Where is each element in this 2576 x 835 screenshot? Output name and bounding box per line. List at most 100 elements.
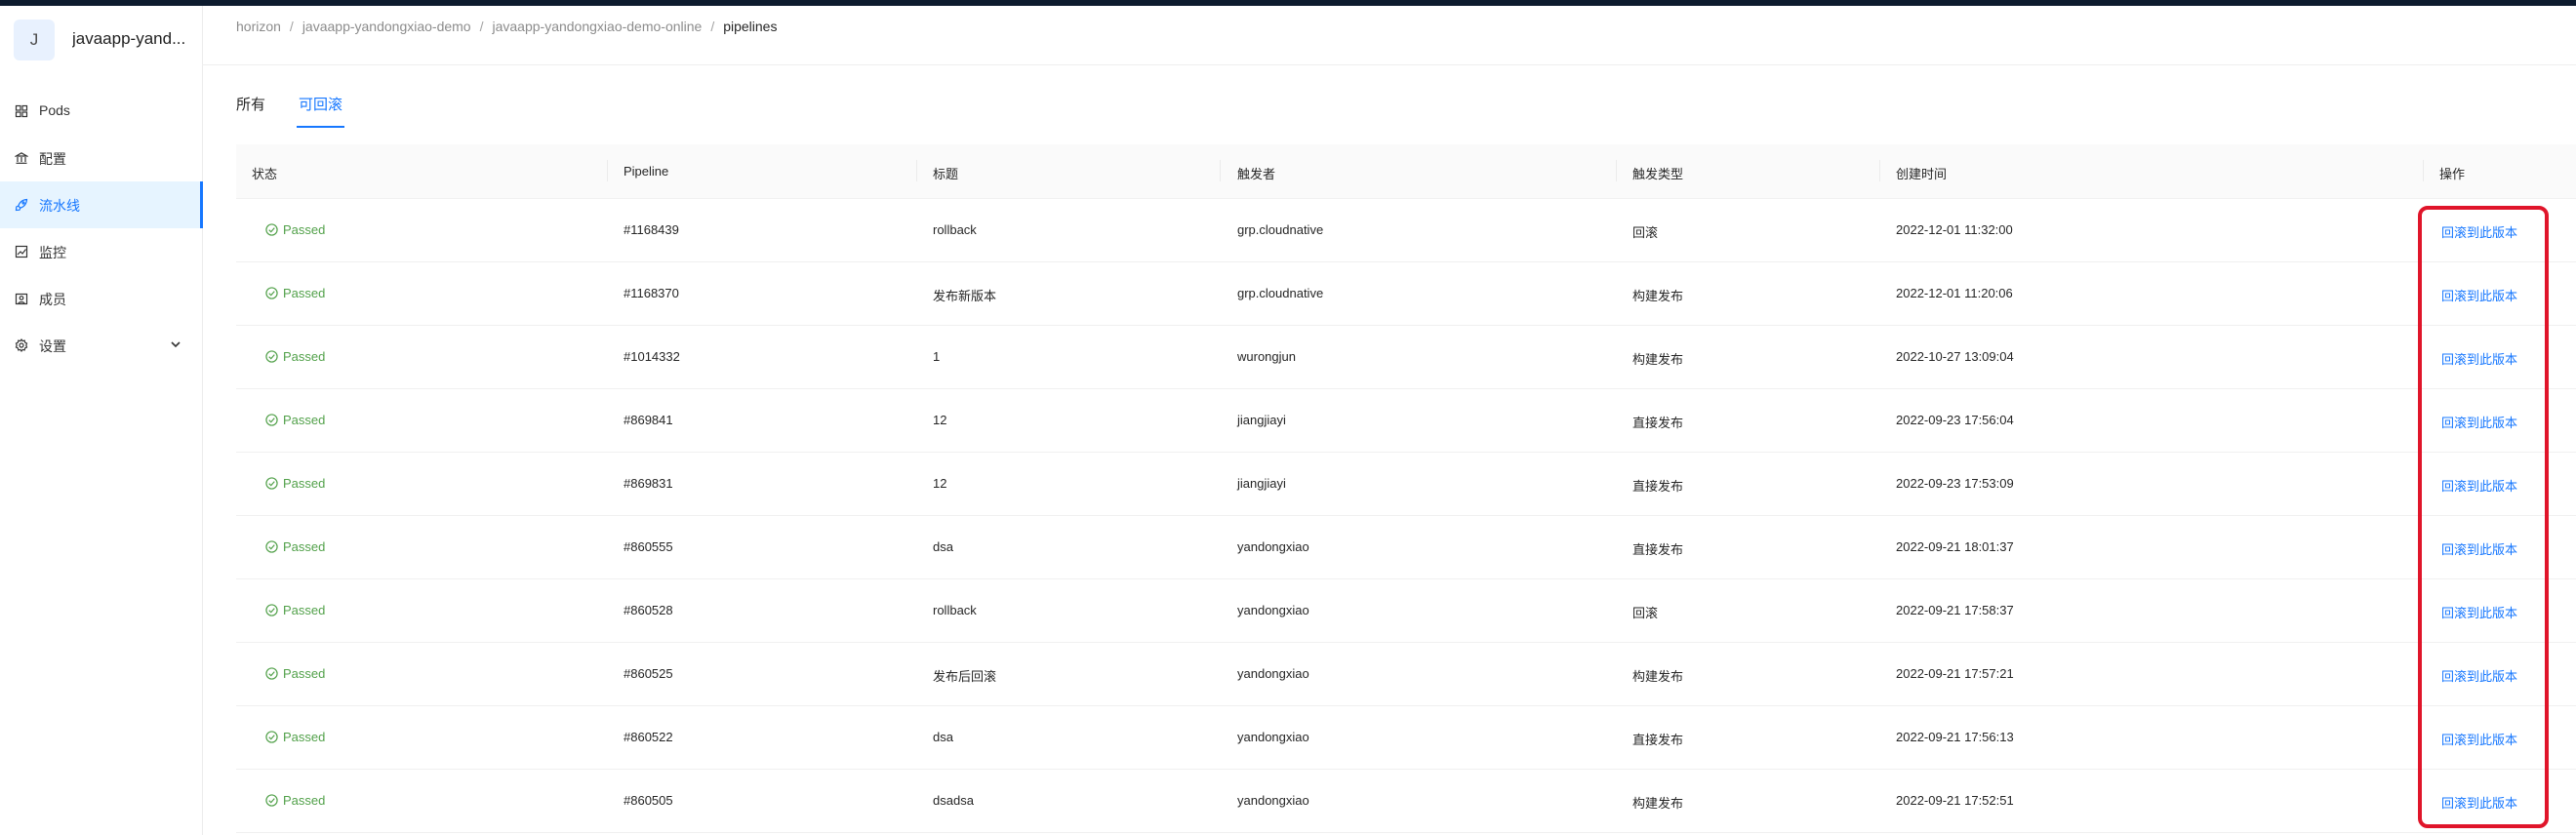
tab-ink-bar [297, 126, 344, 128]
created-at-cell: 2022-09-21 18:01:37 [1896, 539, 2014, 554]
status-badge: Passed [265, 603, 325, 617]
rollback-to-version-link[interactable]: 回滚到此版本 [2441, 666, 2517, 685]
sidebar-item-settings[interactable]: 设置 [0, 322, 202, 369]
trigger-by-cell: grp.cloudnative [1237, 222, 1324, 237]
pipeline-id-cell: #1014332 [624, 349, 680, 364]
title-cell: 发布后回滚 [933, 669, 997, 684]
trigger-type-cell: 直接发布 [1632, 733, 1684, 747]
rollback-to-version-link[interactable]: 回滚到此版本 [2441, 476, 2517, 495]
trigger-by-cell: jiangjiayi [1237, 413, 1286, 427]
created-at-cell: 2022-12-01 11:32:00 [1896, 222, 2013, 237]
trigger-type-cell: 直接发布 [1632, 479, 1684, 494]
status-label: Passed [283, 603, 326, 617]
table-row: Passed #860522 dsa yandongxiao 直接发布 2022-09-2… [236, 706, 2576, 770]
trigger-by-cell: yandongxiao [1237, 730, 1309, 744]
column-divider [1220, 160, 1221, 181]
rollback-to-version-link[interactable]: 回滚到此版本 [2441, 539, 2517, 558]
check-circle-icon [265, 414, 278, 426]
sidebar-item-label: 监控 [39, 245, 66, 260]
column-header-created-at: 创建时间 [1896, 167, 1948, 181]
pipeline-id-cell: #860522 [624, 730, 673, 744]
sidebar-item-members[interactable]: 成员 [0, 275, 202, 322]
top-bar [0, 0, 2576, 6]
trigger-by-cell: yandongxiao [1237, 793, 1309, 808]
trigger-by-cell: yandongxiao [1237, 539, 1309, 554]
tab-rollbackable[interactable]: 可回滚 [299, 94, 342, 114]
app-avatar: J [14, 20, 55, 60]
sidebar-item-config[interactable]: 配置 [0, 135, 202, 181]
created-at-cell: 2022-09-21 17:56:13 [1896, 730, 2014, 744]
column-header-pipeline: Pipeline [624, 164, 669, 179]
rocket-icon [15, 198, 28, 212]
pipeline-id-cell: #1168439 [624, 222, 679, 237]
table-row: Passed #1014332 1 wurongjun 构建发布 2022-10-27 1… [236, 326, 2576, 389]
rollback-to-version-link[interactable]: 回滚到此版本 [2441, 730, 2517, 748]
sidebar-item-monitor[interactable]: 监控 [0, 228, 202, 275]
status-label: Passed [283, 413, 326, 427]
status-badge: Passed [265, 286, 325, 300]
status-badge: Passed [265, 793, 325, 808]
rollback-to-version-link[interactable]: 回滚到此版本 [2441, 222, 2517, 241]
sidebar-item-pipeline[interactable]: 流水线 [0, 181, 203, 228]
rollback-to-version-link[interactable]: 回滚到此版本 [2441, 413, 2517, 431]
status-badge: Passed [265, 222, 325, 237]
column-divider [916, 160, 917, 181]
trigger-by-cell: grp.cloudnative [1237, 286, 1324, 300]
app-name: javaapp-yand... [72, 29, 186, 48]
pipeline-id-cell: #860528 [624, 603, 673, 617]
breadcrumb-item[interactable]: javaapp-yandongxiao-demo [302, 19, 471, 34]
check-circle-icon [265, 540, 278, 553]
title-cell: 12 [933, 476, 947, 491]
breadcrumb: horizon / javaapp-yandongxiao-demo / javaapp… [236, 19, 777, 34]
sidebar-item-pods[interactable]: Pods [0, 88, 202, 135]
status-badge: Passed [265, 730, 325, 744]
created-at-cell: 2022-12-01 11:20:06 [1896, 286, 2013, 300]
title-cell: dsadsa [933, 793, 974, 808]
table-row: Passed #860555 dsa yandongxiao 直接发布 2022-09-2… [236, 516, 2576, 579]
sidebar-item-label: Pods [39, 102, 70, 118]
column-header-trigger-by: 触发者 [1237, 167, 1276, 181]
check-circle-icon [265, 223, 278, 236]
trigger-type-cell: 直接发布 [1632, 542, 1684, 557]
breadcrumb-item[interactable]: javaapp-yandongxiao-demo-online [493, 19, 703, 34]
sidebar-item-label: 流水线 [39, 198, 80, 214]
rollback-to-version-link[interactable]: 回滚到此版本 [2441, 603, 2517, 621]
column-divider [2423, 160, 2424, 181]
sidebar-menu: Pods 配置 流水线 监控 成员 设置 [0, 88, 203, 369]
column-divider [1616, 160, 1617, 181]
pipelines-table: 状态 Pipeline 标题 触发者 触发类型 创建时间 操作 Passed #1… [236, 144, 2576, 833]
app-header[interactable]: J javaapp-yand... [14, 20, 199, 70]
table-row: Passed #860528 rollback yandongxiao 回滚 2022-0… [236, 579, 2576, 643]
column-header-action: 操作 [2439, 167, 2466, 181]
status-label: Passed [283, 476, 326, 491]
breadcrumb-item[interactable]: horizon [236, 19, 281, 34]
status-label: Passed [283, 222, 326, 237]
trigger-type-cell: 构建发布 [1632, 352, 1684, 367]
table-row: Passed #860505 dsadsa yandongxiao 构建发布 2022-0… [236, 770, 2576, 833]
trigger-by-cell: yandongxiao [1237, 603, 1309, 617]
chevron-down-icon [171, 341, 181, 348]
check-circle-icon [265, 667, 278, 680]
trigger-type-cell: 直接发布 [1632, 416, 1684, 430]
bank-icon [15, 152, 28, 164]
breadcrumb-separator: / [289, 19, 294, 34]
trigger-type-cell: 构建发布 [1632, 289, 1684, 303]
created-at-cell: 2022-09-23 17:53:09 [1896, 476, 2014, 491]
rollback-to-version-link[interactable]: 回滚到此版本 [2441, 793, 2517, 812]
title-cell: rollback [933, 222, 977, 237]
pipeline-id-cell: #869831 [624, 476, 673, 491]
grid-icon [15, 104, 28, 118]
pipeline-id-cell: #860555 [624, 539, 673, 554]
title-cell: 12 [933, 413, 947, 427]
status-label: Passed [283, 793, 326, 808]
pipeline-id-cell: #860525 [624, 666, 673, 681]
tab-all[interactable]: 所有 [236, 94, 265, 114]
status-badge: Passed [265, 413, 325, 427]
rollback-to-version-link[interactable]: 回滚到此版本 [2441, 349, 2517, 368]
status-badge: Passed [265, 476, 325, 491]
status-label: Passed [283, 539, 326, 554]
pipeline-id-cell: #860505 [624, 793, 673, 808]
table-header: 状态 Pipeline 标题 触发者 触发类型 创建时间 操作 [236, 144, 2576, 199]
rollback-to-version-link[interactable]: 回滚到此版本 [2441, 286, 2517, 304]
column-header-trigger-type: 触发类型 [1632, 167, 1684, 181]
